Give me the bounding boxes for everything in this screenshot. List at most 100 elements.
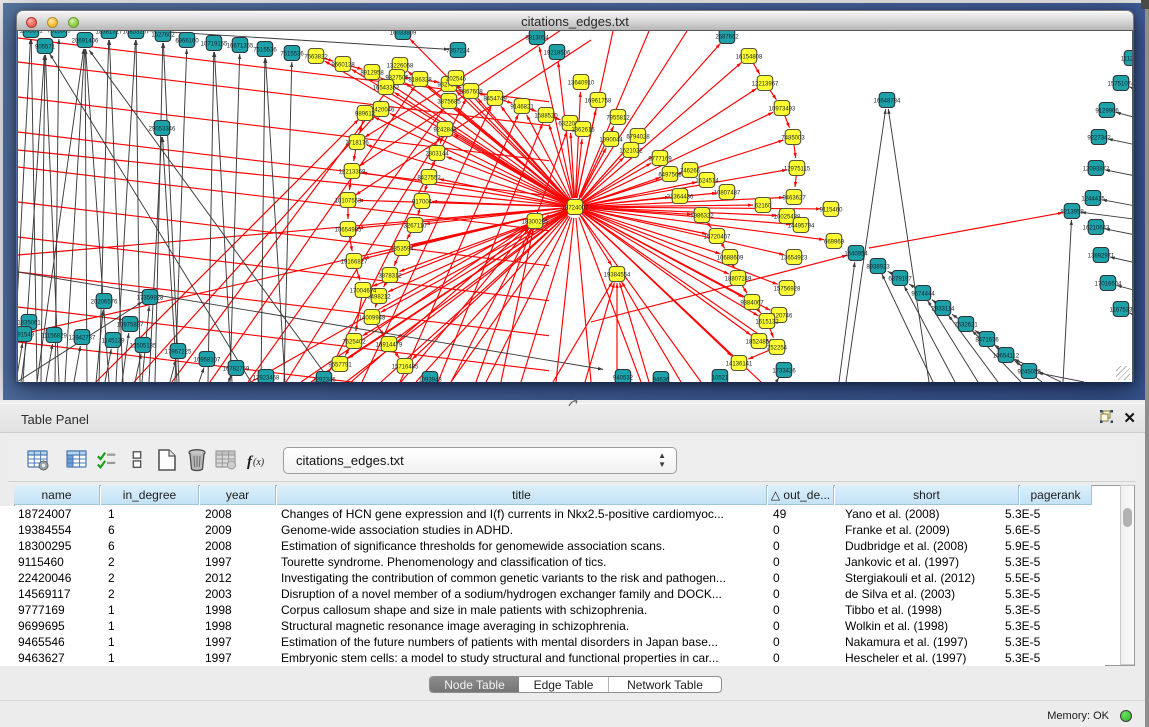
svg-text:20691406: 20691406 bbox=[72, 38, 99, 44]
svg-text:18381327: 18381327 bbox=[96, 31, 123, 35]
svg-text:9674444: 9674444 bbox=[911, 291, 935, 297]
svg-text:2803144: 2803144 bbox=[425, 151, 449, 157]
svg-text:7625402: 7625402 bbox=[342, 339, 366, 345]
svg-text:13640910: 13640910 bbox=[568, 80, 595, 86]
svg-text:16210643: 16210643 bbox=[1083, 225, 1110, 231]
svg-text:15756928: 15756928 bbox=[774, 286, 801, 292]
svg-text:9660128: 9660128 bbox=[331, 62, 355, 68]
svg-text:2718176: 2718176 bbox=[345, 140, 369, 146]
svg-text:3267110: 3267110 bbox=[404, 223, 428, 229]
svg-text:10853267: 10853267 bbox=[123, 31, 150, 35]
svg-text:8912958: 8912958 bbox=[360, 70, 384, 76]
svg-text:991549: 991549 bbox=[18, 332, 35, 338]
svg-text:18724007: 18724007 bbox=[562, 205, 589, 211]
svg-text:12213967: 12213967 bbox=[752, 81, 779, 87]
svg-text:16961758: 16961758 bbox=[585, 98, 612, 104]
svg-text:8213958: 8213958 bbox=[1060, 209, 1084, 215]
svg-text:9384067: 9384067 bbox=[740, 300, 764, 306]
svg-text:7663822: 7663822 bbox=[304, 54, 328, 60]
svg-text:1112905: 1112905 bbox=[1121, 56, 1133, 62]
svg-text:15720407: 15720407 bbox=[704, 234, 731, 240]
svg-text:989612: 989612 bbox=[355, 111, 376, 117]
svg-text:18300295: 18300295 bbox=[522, 219, 549, 225]
svg-text:10973493: 10973493 bbox=[769, 106, 796, 112]
svg-text:3878312: 3878312 bbox=[378, 273, 402, 279]
svg-text:16782759: 16782759 bbox=[223, 366, 250, 372]
svg-text:15751074: 15751074 bbox=[1108, 81, 1133, 87]
svg-text:917004: 917004 bbox=[412, 199, 433, 205]
svg-text:16543362: 16543362 bbox=[373, 85, 400, 91]
svg-text:1640954: 1640954 bbox=[844, 251, 868, 257]
svg-text:1835061: 1835061 bbox=[18, 320, 41, 326]
svg-text:7515536: 7515536 bbox=[253, 47, 277, 53]
svg-text:10107553: 10107553 bbox=[335, 198, 362, 204]
svg-text:3875685: 3875685 bbox=[437, 99, 461, 105]
svg-text:10719155: 10719155 bbox=[201, 41, 228, 47]
svg-text:21364436: 21364436 bbox=[667, 194, 694, 200]
svg-text:1167533: 1167533 bbox=[1110, 307, 1133, 313]
svg-text:17004674: 17004674 bbox=[350, 288, 377, 294]
svg-text:9242848: 9242848 bbox=[433, 127, 457, 133]
svg-text:6879197: 6879197 bbox=[888, 276, 912, 282]
svg-text:1353594: 1353594 bbox=[390, 246, 414, 252]
svg-text:6966160: 6966160 bbox=[175, 38, 199, 44]
svg-text:14009948: 14009948 bbox=[359, 315, 386, 321]
svg-text:10688609: 10688609 bbox=[717, 255, 744, 261]
svg-text:19218506: 19218506 bbox=[544, 50, 571, 56]
svg-text:17957225: 17957225 bbox=[165, 349, 192, 355]
svg-text:9657791: 9657791 bbox=[328, 362, 352, 368]
svg-text:9146821: 9146821 bbox=[510, 104, 534, 110]
svg-text:6497568: 6497568 bbox=[658, 172, 682, 178]
svg-text:17016504: 17016504 bbox=[1095, 281, 1122, 287]
svg-text:2867608: 2867608 bbox=[459, 89, 483, 95]
svg-text:1292346: 1292346 bbox=[312, 377, 336, 382]
svg-text:19384554: 19384554 bbox=[604, 272, 631, 278]
svg-text:16648784: 16648784 bbox=[874, 98, 901, 104]
svg-text:10975887: 10975887 bbox=[117, 322, 144, 328]
svg-text:20206576: 20206576 bbox=[91, 299, 118, 305]
svg-text:12975115: 12975115 bbox=[784, 166, 811, 172]
svg-text:252254: 252254 bbox=[767, 345, 788, 351]
svg-text:8186328: 8186328 bbox=[408, 77, 432, 83]
svg-text:29053346: 29053346 bbox=[149, 126, 176, 132]
svg-text:12942737: 12942737 bbox=[69, 335, 96, 341]
svg-text:7915509: 7915509 bbox=[47, 31, 71, 34]
svg-text:8938923: 8938923 bbox=[866, 264, 890, 270]
svg-text:13654923: 13654923 bbox=[781, 255, 808, 261]
svg-text:12213369: 12213369 bbox=[339, 169, 366, 175]
svg-text:9777169: 9777169 bbox=[648, 156, 672, 162]
svg-text:10958107: 10958107 bbox=[194, 357, 221, 363]
svg-text:9115460: 9115460 bbox=[820, 207, 844, 213]
svg-text:8813054: 8813054 bbox=[525, 35, 549, 41]
svg-text:8471676: 8471676 bbox=[975, 337, 999, 343]
svg-text:202546: 202546 bbox=[446, 76, 467, 82]
svg-text:16671355: 16671355 bbox=[227, 43, 254, 49]
svg-text:1615132: 1615132 bbox=[755, 319, 779, 325]
svg-text:12505135: 12505135 bbox=[130, 343, 157, 349]
svg-text:62160: 62160 bbox=[755, 203, 772, 209]
svg-text:10654985: 10654985 bbox=[335, 227, 362, 233]
svg-text:15716485: 15716485 bbox=[392, 364, 419, 370]
svg-text:18807249: 18807249 bbox=[725, 276, 752, 282]
svg-text:1621022: 1621022 bbox=[619, 148, 643, 154]
svg-text:7986322: 7986322 bbox=[690, 213, 714, 219]
svg-text:7485003: 7485003 bbox=[781, 135, 805, 141]
svg-text:1733426: 1733426 bbox=[772, 368, 796, 374]
svg-text:1145139: 1145139 bbox=[102, 338, 126, 344]
svg-text:1093943: 1093943 bbox=[418, 377, 442, 382]
svg-text:1362615: 1362615 bbox=[571, 127, 595, 133]
svg-text:1990044: 1990044 bbox=[599, 137, 623, 143]
svg-text:669969: 669969 bbox=[824, 239, 845, 245]
svg-text:9463627: 9463627 bbox=[782, 195, 806, 201]
svg-text:2687662: 2687662 bbox=[715, 34, 739, 40]
svg-text:746266: 746266 bbox=[680, 168, 701, 174]
svg-text:16154808: 16154808 bbox=[736, 54, 763, 60]
svg-text:9245052: 9245052 bbox=[1017, 369, 1041, 375]
svg-text:1527602: 1527602 bbox=[151, 32, 175, 38]
svg-text:14495794: 14495794 bbox=[788, 223, 815, 229]
svg-text:10807487: 10807487 bbox=[714, 190, 741, 196]
svg-text:7955812: 7955812 bbox=[606, 115, 630, 121]
svg-text:1905571: 1905571 bbox=[19, 31, 43, 34]
svg-text:2933114: 2933114 bbox=[932, 306, 956, 312]
svg-text:6794028: 6794028 bbox=[626, 134, 650, 140]
